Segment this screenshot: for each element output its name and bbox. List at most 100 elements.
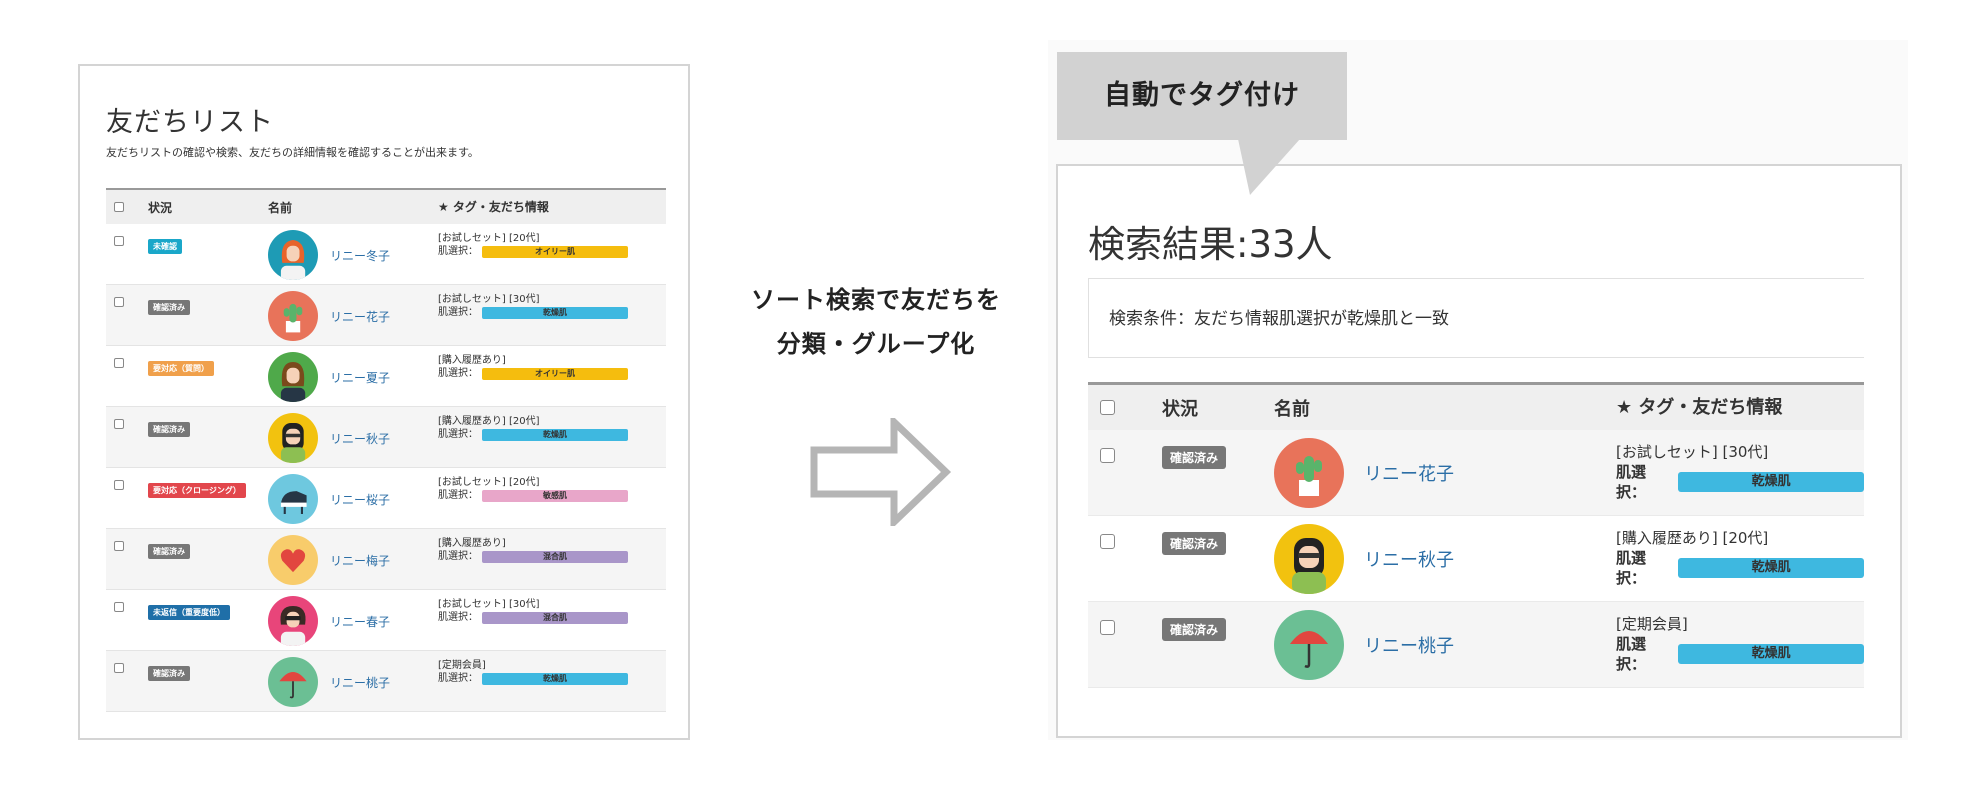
skin-label: 肌選択： [438,307,478,318]
search-result-panel: 検索結果:33人 検索条件：友だち情報肌選択が乾燥肌と一致 状況 名前 ★ タグ… [1056,164,1902,738]
row-checkbox[interactable] [1100,448,1115,463]
page-description: 友だちリストの確認や検索、友だちの詳細情報を確認することが出来ます。 [106,146,479,159]
friend-name-link[interactable]: リニー夏子 [330,369,390,386]
result-title: 検索結果:33人 [1088,223,1333,266]
skin-type-bar: オイリー肌 [482,367,628,380]
row-checkbox[interactable] [114,541,124,551]
header-info[interactable]: ★ タグ・友だち情報 [1616,397,1864,418]
header-status[interactable]: 状況 [148,199,268,216]
friend-name-link[interactable]: リニー秋子 [330,430,390,447]
friend-name-link[interactable]: リニー花子 [1364,460,1454,486]
row-checkbox[interactable] [114,358,124,368]
friend-name-link[interactable]: リニー桃子 [330,674,390,691]
row-checkbox[interactable] [114,297,124,307]
skin-type-bar: 敏感肌 [482,489,628,502]
status-badge: 未返信（重要度低） [148,605,230,620]
row-checkbox[interactable] [114,480,124,490]
friend-tags: [購入履歴あり] [438,355,506,366]
avatar[interactable] [268,291,318,341]
table-row[interactable]: 確認済み リニー秋子 [購入履歴あり] [20代] 肌選択： 乾燥肌 [1088,516,1864,602]
avatar[interactable] [1274,524,1344,594]
friend-tags: [購入履歴あり] [20代] [438,416,540,427]
skin-label: 肌選択： [438,246,478,257]
avatar[interactable] [268,230,318,280]
friend-list-panel: 友だちリスト 友だちリストの確認や検索、友だちの詳細情報を確認することが出来ます… [78,64,690,740]
friend-tags: [お試しセット] [20代] [438,477,540,488]
status-badge: 要対応（質問） [148,361,214,376]
friend-tags: [購入履歴あり] [438,538,506,549]
table-row[interactable]: 確認済み リニー花子 [お試しセット] [30代] 肌選択： 乾燥肌 [106,285,666,346]
skin-type-bar: 乾燥肌 [482,672,628,685]
status-badge: 要対応（クロージング） [148,483,246,498]
table-row[interactable]: 確認済み リニー秋子 [購入履歴あり] [20代] 肌選択： 乾燥肌 [106,407,666,468]
friend-tags: [お試しセット] [30代] [438,599,540,610]
header-name[interactable]: 名前 [268,199,438,216]
row-checkbox[interactable] [1100,534,1115,549]
skin-type-bar: 混合肌 [482,611,628,624]
table-row[interactable]: 要対応（クロージング） リニー桜子 [お試しセット] [20代] 肌選択： 敏感… [106,468,666,529]
friend-table: 状況 名前 ★ タグ・友だち情報 未確認 リニー冬子 [お試しセット] [20代… [106,188,666,712]
friend-name-link[interactable]: リニー冬子 [330,247,390,264]
table-row[interactable]: 確認済み リニー桃子 [定期会員] 肌選択： 乾燥肌 [1088,602,1864,688]
explanation-line-2: 分類・グループ化 [776,330,976,358]
status-badge: 確認済み [148,422,190,437]
avatar[interactable] [268,413,318,463]
friend-tags: [お試しセット] [20代] [438,233,540,244]
right-arrow-icon [810,418,952,526]
page-title: 友だちリスト [106,107,274,138]
avatar[interactable] [268,657,318,707]
skin-type-bar: オイリー肌 [482,245,628,258]
result-table: 状況 名前 ★ タグ・友だち情報 確認済み リニー花子 [お試しセット] [30… [1088,382,1864,688]
skin-label: 肌選択： [438,368,478,379]
friend-tags: [お試しセット] [30代] [1616,443,1769,461]
skin-label: 肌選択： [438,490,478,501]
friend-name-link[interactable]: リニー春子 [330,613,390,630]
avatar[interactable] [268,474,318,524]
callout-tail-icon [1238,139,1300,195]
skin-label: 肌選択： [1616,549,1647,587]
row-checkbox[interactable] [114,663,124,673]
skin-type-bar: 乾燥肌 [1678,558,1864,578]
status-badge: 確認済み [1162,446,1227,469]
status-badge: 確認済み [1162,532,1227,555]
select-all-checkbox[interactable] [1100,400,1115,415]
friend-name-link[interactable]: リニー秋子 [1364,546,1454,572]
avatar[interactable] [268,352,318,402]
auto-tag-callout: 自動でタグ付け [1057,52,1347,140]
skin-label: 肌選択： [438,612,478,623]
avatar[interactable] [268,535,318,585]
header-info[interactable]: ★ タグ・友だち情報 [438,200,666,214]
row-checkbox[interactable] [1100,620,1115,635]
row-checkbox[interactable] [114,419,124,429]
select-all-checkbox[interactable] [114,202,124,212]
table-row[interactable]: 未返信（重要度低） リニー春子 [お試しセット] [30代] 肌選択： 混合肌 [106,590,666,651]
friend-tags: [定期会員] [438,660,486,671]
header-status[interactable]: 状況 [1162,395,1274,421]
friend-name-link[interactable]: リニー花子 [330,308,390,325]
skin-label: 肌選択： [438,673,478,684]
table-header: 状況 名前 ★ タグ・友だち情報 [106,188,666,224]
friend-tags: [購入履歴あり] [20代] [1616,529,1769,547]
table-row[interactable]: 確認済み リニー桃子 [定期会員] 肌選択： 乾燥肌 [106,651,666,712]
avatar[interactable] [1274,438,1344,508]
header-name[interactable]: 名前 [1274,395,1616,421]
row-checkbox[interactable] [114,602,124,612]
row-checkbox[interactable] [114,236,124,246]
status-badge: 確認済み [148,544,190,559]
friend-tags: [定期会員] [1616,615,1688,633]
avatar[interactable] [268,596,318,646]
status-badge: 未確認 [148,239,182,254]
table-row[interactable]: 未確認 リニー冬子 [お試しセット] [20代] 肌選択： オイリー肌 [106,224,666,285]
status-badge: 確認済み [148,300,190,315]
explanation-text: ソート検索で友だちを 分類・グループ化 [716,278,1036,366]
status-badge: 確認済み [1162,618,1227,641]
table-row[interactable]: 要対応（質問） リニー夏子 [購入履歴あり] 肌選択： オイリー肌 [106,346,666,407]
table-row[interactable]: 確認済み リニー梅子 [購入履歴あり] 肌選択： 混合肌 [106,529,666,590]
friend-name-link[interactable]: リニー桃子 [1364,632,1454,658]
friend-name-link[interactable]: リニー桜子 [330,491,390,508]
table-row[interactable]: 確認済み リニー花子 [お試しセット] [30代] 肌選択： 乾燥肌 [1088,430,1864,516]
explanation-line-1: ソート検索で友だちを [751,286,1001,314]
friend-name-link[interactable]: リニー梅子 [330,552,390,569]
status-badge: 確認済み [148,666,190,681]
avatar[interactable] [1274,610,1344,680]
